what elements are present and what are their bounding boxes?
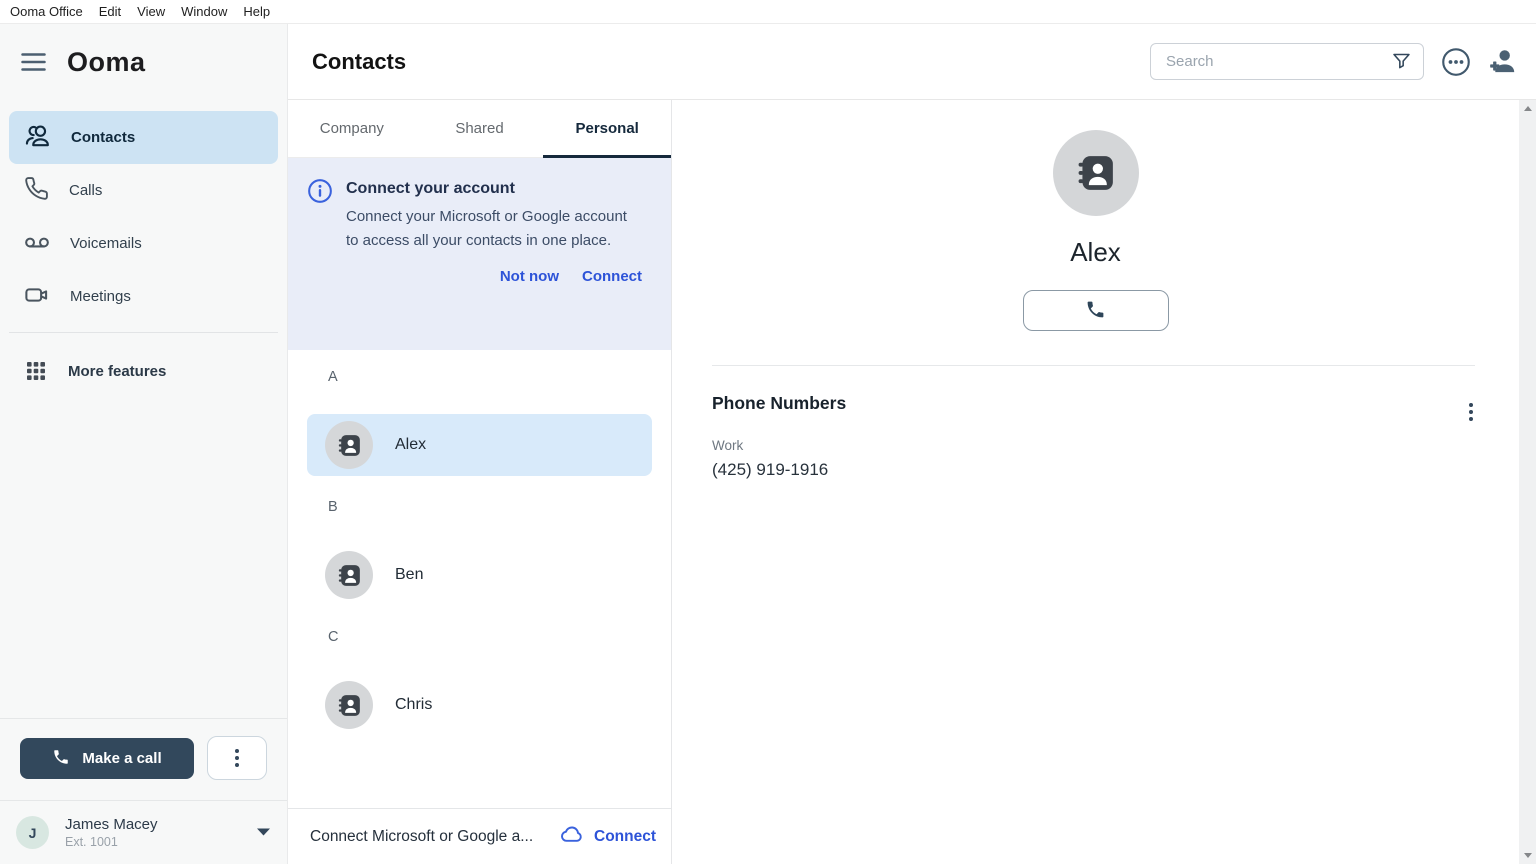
section-letter: C xyxy=(328,629,652,645)
menu-view[interactable]: View xyxy=(129,0,173,24)
phone-numbers-title: Phone Numbers xyxy=(712,393,1519,414)
grid-icon xyxy=(24,358,48,386)
contact-detail-panel: Alex Phone Numbers Work xyxy=(672,100,1519,864)
contact-list-panel: Company Shared Personal Connect your acc… xyxy=(288,100,672,864)
kebab-icon xyxy=(235,749,239,767)
menu-app[interactable]: Ooma Office xyxy=(2,0,91,24)
vertical-scrollbar[interactable] xyxy=(1519,100,1536,864)
sidebar-item-more-features[interactable]: More features xyxy=(9,345,278,398)
video-icon xyxy=(24,282,50,312)
sidebar-item-label: Contacts xyxy=(71,129,135,146)
phone-icon xyxy=(24,176,49,205)
menu-edit[interactable]: Edit xyxy=(91,0,129,24)
sidebar-actions: Make a call xyxy=(0,718,287,800)
contact-name: Chris xyxy=(395,696,432,714)
sidebar-nav: Contacts Calls Voicemails xyxy=(0,100,287,398)
sidebar-item-label: More features xyxy=(68,363,166,380)
not-now-button[interactable]: Not now xyxy=(500,268,559,285)
avatar: J xyxy=(16,816,49,849)
contact-row-ben[interactable]: Ben xyxy=(307,544,652,606)
menu-window[interactable]: Window xyxy=(173,0,235,24)
contact-card-icon xyxy=(325,421,373,469)
make-a-call-label: Make a call xyxy=(82,750,161,767)
sidebar-item-label: Calls xyxy=(69,182,102,199)
contact-row-chris[interactable]: Chris xyxy=(307,674,652,736)
section-letter: A xyxy=(328,369,652,385)
sidebar-item-label: Voicemails xyxy=(70,235,142,252)
sidebar-item-meetings[interactable]: Meetings xyxy=(9,270,278,323)
connect-button[interactable]: Connect xyxy=(582,268,642,285)
contact-card-icon xyxy=(325,681,373,729)
contact-name: Alex xyxy=(395,436,426,454)
app-window: Ooma Office Edit View Window Help Ooma C… xyxy=(0,0,1536,864)
contact-list: A Alex B Ben xyxy=(288,350,671,808)
kebab-icon xyxy=(1469,403,1473,421)
contact-more-options-button[interactable] xyxy=(1469,403,1473,421)
contact-row-alex[interactable]: Alex xyxy=(307,414,652,476)
tab-personal[interactable]: Personal xyxy=(543,100,671,157)
phone-number: (425) 919-1916 xyxy=(712,460,1519,480)
phone-icon xyxy=(1085,299,1106,323)
contact-tabs: Company Shared Personal xyxy=(288,100,671,158)
menubar: Ooma Office Edit View Window Help xyxy=(0,0,1536,24)
call-contact-button[interactable] xyxy=(1023,290,1169,331)
contact-card-icon xyxy=(325,551,373,599)
add-contact-button[interactable] xyxy=(1488,47,1517,76)
sidebar-item-label: Meetings xyxy=(70,288,131,305)
scroll-down-arrow-icon[interactable] xyxy=(1524,853,1532,858)
page-header: Contacts xyxy=(288,24,1536,100)
user-name: James Macey xyxy=(65,816,240,833)
sidebar-item-voicemails[interactable]: Voicemails xyxy=(9,217,278,270)
search-input[interactable] xyxy=(1166,53,1391,70)
contact-card-icon xyxy=(1053,130,1139,216)
phone-icon xyxy=(52,748,70,770)
user-profile[interactable]: J James Macey Ext. 1001 xyxy=(0,800,287,864)
cloud-icon xyxy=(559,821,585,852)
footer-connect-button[interactable]: Connect xyxy=(559,821,656,852)
user-extension: Ext. 1001 xyxy=(65,835,240,849)
sidebar-item-calls[interactable]: Calls xyxy=(9,164,278,217)
chevron-down-icon[interactable] xyxy=(256,824,271,842)
make-a-call-button[interactable]: Make a call xyxy=(20,738,194,779)
search-box xyxy=(1150,43,1424,80)
hamburger-menu-icon[interactable] xyxy=(21,52,46,72)
page-title: Contacts xyxy=(312,49,406,75)
main-area: Contacts xyxy=(288,24,1536,864)
phone-numbers-section: Phone Numbers Work (425) 919-1916 xyxy=(672,366,1519,480)
banner-body: Connect your Microsoft or Google account… xyxy=(346,205,634,253)
contact-name: Ben xyxy=(395,566,423,584)
connect-account-footer: Connect Microsoft or Google a... Connect xyxy=(288,808,671,864)
banner-title: Connect your account xyxy=(346,178,634,198)
ooma-logo: Ooma xyxy=(67,47,146,78)
menu-help[interactable]: Help xyxy=(235,0,278,24)
voicemail-icon xyxy=(24,229,50,259)
sidebar-divider xyxy=(9,332,278,333)
scroll-up-arrow-icon[interactable] xyxy=(1524,106,1532,111)
connect-account-banner: Connect your account Connect your Micros… xyxy=(288,158,671,350)
contacts-icon xyxy=(24,122,51,153)
sidebar-item-contacts[interactable]: Contacts xyxy=(9,111,278,164)
tab-company[interactable]: Company xyxy=(288,100,416,157)
info-icon xyxy=(307,178,333,253)
sidebar: Ooma Contacts Calls xyxy=(0,24,288,864)
phone-label: Work xyxy=(712,438,1519,453)
footer-message: Connect Microsoft or Google a... xyxy=(310,828,559,846)
contact-detail-name: Alex xyxy=(1070,237,1121,268)
section-letter: B xyxy=(328,499,652,515)
call-options-button[interactable] xyxy=(207,736,267,780)
tab-shared[interactable]: Shared xyxy=(416,100,544,157)
filter-icon[interactable] xyxy=(1391,51,1412,72)
more-options-button[interactable] xyxy=(1441,47,1471,77)
